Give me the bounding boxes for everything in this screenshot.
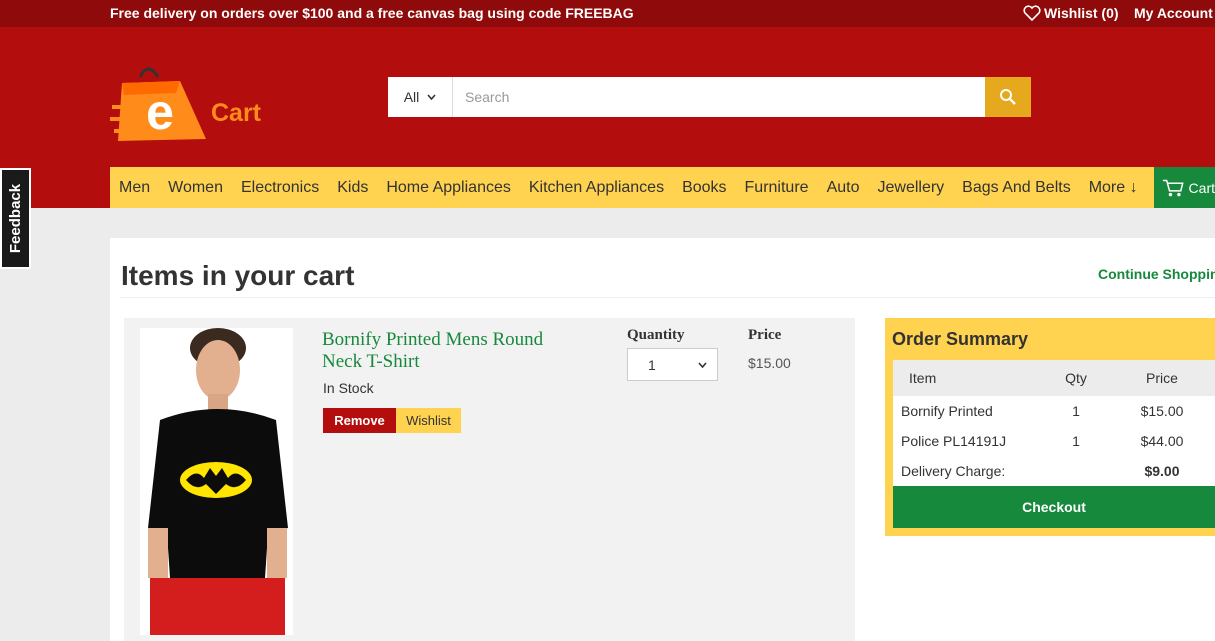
quantity-value: 1 bbox=[648, 356, 656, 373]
chevron-down-icon bbox=[698, 361, 707, 368]
promo-code: FREEBAG bbox=[565, 5, 634, 21]
logo-letter: e bbox=[146, 84, 174, 140]
product-name-link[interactable]: Bornify Printed Mens Round Neck T-Shirt bbox=[322, 329, 582, 373]
nav-item-auto[interactable]: Auto bbox=[818, 179, 869, 197]
summary-row-price: $44.00 bbox=[1140, 433, 1184, 449]
summary-header-item: Item bbox=[909, 370, 937, 386]
heart-icon bbox=[1023, 5, 1041, 21]
logo-name: Cart bbox=[211, 99, 262, 127]
cart-item: Bornify Printed Mens Round Neck T-Shirt … bbox=[124, 318, 855, 641]
nav-item-bags-and-belts[interactable]: Bags And Belts bbox=[953, 179, 1080, 197]
nav-item-women[interactable]: Women bbox=[159, 179, 232, 197]
feedback-label: Feedback bbox=[7, 183, 25, 254]
summary-row: Bornify Printed 1 $15.00 bbox=[893, 396, 1215, 426]
order-summary-table: Item Qty Price Bornify Printed 1 $15.00 … bbox=[893, 360, 1215, 486]
delivery-charge-label: Delivery Charge: bbox=[901, 463, 1006, 479]
delivery-charge-value: $9.00 bbox=[1144, 463, 1180, 479]
order-summary-title: Order Summary bbox=[892, 329, 1029, 349]
wishlist-link[interactable]: Wishlist (0) bbox=[1023, 5, 1119, 21]
nav-item-electronics[interactable]: Electronics bbox=[232, 179, 328, 197]
quantity-select[interactable]: 1 bbox=[627, 348, 718, 381]
search-button[interactable] bbox=[985, 77, 1031, 117]
nav-item-home-appliances[interactable]: Home Appliances bbox=[377, 179, 520, 197]
order-summary: Order Summary Item Qty Price Bornify Pri… bbox=[885, 318, 1215, 536]
quantity-label: Quantity bbox=[627, 327, 685, 343]
summary-delivery-row: Delivery Charge: $9.00 bbox=[893, 456, 1215, 486]
top-bar: Free delivery on orders over $100 and a … bbox=[0, 0, 1215, 27]
summary-row-item: Police PL14191J bbox=[901, 433, 1007, 449]
summary-row-qty: 1 bbox=[1072, 403, 1080, 419]
nav-item-furniture[interactable]: Furniture bbox=[736, 179, 818, 197]
search-input[interactable] bbox=[453, 77, 985, 117]
cart-icon bbox=[1162, 179, 1184, 196]
summary-table-header: Item Qty Price bbox=[893, 360, 1215, 396]
promo-banner: Free delivery on orders over $100 and a … bbox=[110, 5, 634, 21]
stock-status: In Stock bbox=[323, 380, 374, 396]
product-image[interactable] bbox=[140, 328, 293, 635]
chevron-down-icon bbox=[427, 94, 436, 100]
nav-item-jewellery[interactable]: Jewellery bbox=[868, 179, 953, 197]
header: e Cart All Men Women Electronics Kids Ho… bbox=[0, 27, 1215, 208]
shopping-bag-logo-icon: e bbox=[110, 67, 206, 141]
summary-row-price: $15.00 bbox=[1140, 403, 1184, 419]
summary-row-item: Bornify Printed bbox=[901, 403, 993, 419]
tshirt-model-image bbox=[140, 328, 293, 635]
promo-text: Free delivery on orders over $100 and a … bbox=[110, 5, 566, 21]
nav-item-men[interactable]: Men bbox=[110, 179, 159, 197]
search-category-value: All bbox=[403, 89, 420, 105]
search-category-select[interactable]: All bbox=[388, 77, 453, 117]
wishlist-link-label: Wishlist (0) bbox=[1044, 5, 1119, 21]
nav-item-more[interactable]: More ↓ bbox=[1080, 179, 1147, 197]
nav-cart-button[interactable]: Cart bbox=[1154, 167, 1215, 208]
item-price: $15.00 bbox=[748, 355, 791, 371]
category-nav: Men Women Electronics Kids Home Applianc… bbox=[110, 167, 1154, 208]
nav-item-kids[interactable]: Kids bbox=[328, 179, 377, 197]
summary-row-qty: 1 bbox=[1072, 433, 1080, 449]
cart-page: Items in your cart Continue Shopping Bor… bbox=[110, 238, 1215, 641]
summary-header-price: Price bbox=[1146, 370, 1178, 386]
checkout-button[interactable]: Checkout bbox=[893, 486, 1215, 528]
nav-item-kitchen-appliances[interactable]: Kitchen Appliances bbox=[520, 179, 673, 197]
summary-header-qty: Qty bbox=[1065, 370, 1087, 386]
search-bar: All bbox=[388, 77, 1031, 117]
logo[interactable]: e Cart bbox=[110, 63, 270, 143]
nav-cart-label: Cart bbox=[1188, 179, 1215, 196]
search-icon bbox=[1000, 89, 1016, 105]
remove-button[interactable]: Remove bbox=[323, 408, 396, 433]
move-to-wishlist-button[interactable]: Wishlist bbox=[396, 408, 461, 433]
my-account-link[interactable]: My Account bbox=[1134, 5, 1213, 21]
continue-shopping-link[interactable]: Continue Shopping bbox=[1098, 266, 1215, 282]
feedback-tab[interactable]: Feedback bbox=[0, 168, 31, 269]
price-label: Price bbox=[748, 327, 782, 343]
divider bbox=[120, 297, 1215, 298]
summary-row: Police PL14191J 1 $44.00 bbox=[893, 426, 1215, 456]
page-title: Items in your cart bbox=[121, 260, 355, 291]
nav-item-books[interactable]: Books bbox=[673, 179, 735, 197]
